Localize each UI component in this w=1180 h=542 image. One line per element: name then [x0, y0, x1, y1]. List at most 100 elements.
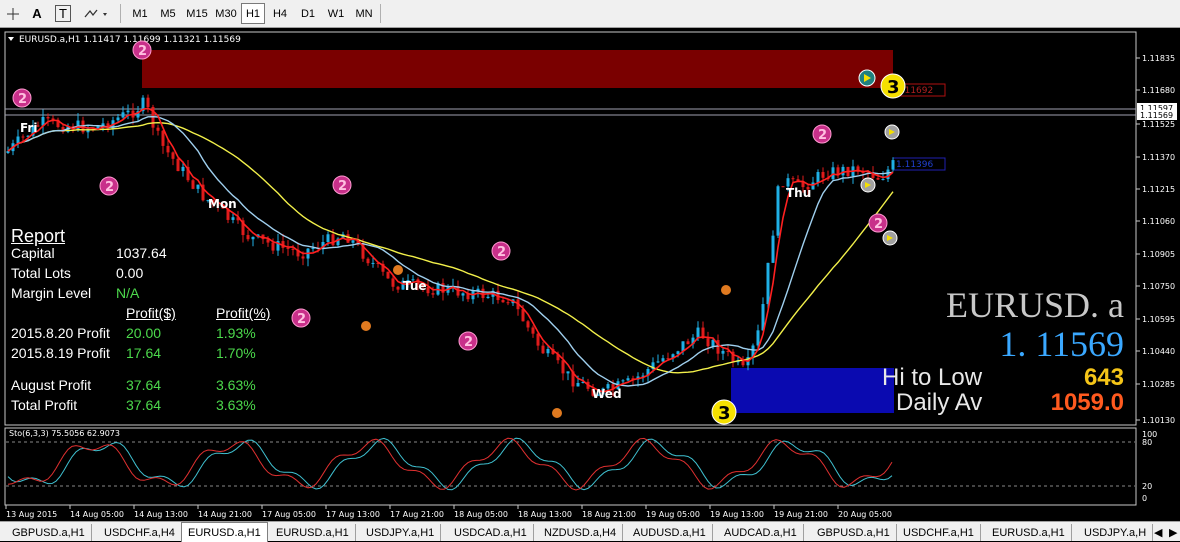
- time-label: 14 Aug 13:00: [134, 510, 188, 519]
- candle-body: [46, 116, 50, 119]
- chart-tab[interactable]: USDCAD.a,H1: [448, 524, 534, 541]
- timeframe-mn[interactable]: MN: [351, 3, 377, 24]
- profit-row-pct: 1.93%: [216, 325, 256, 341]
- candle-body: [521, 309, 525, 322]
- chart-tab[interactable]: AUDUSD.a,H1: [627, 524, 713, 541]
- profit-row-usd: 37.64: [126, 397, 162, 413]
- timeframe-h4[interactable]: H4: [267, 3, 293, 24]
- orange-dot-marker: [393, 265, 403, 275]
- timeframe-w1[interactable]: W1: [323, 3, 349, 24]
- stochastic-signal-line: [7, 437, 893, 491]
- candle-body: [346, 234, 350, 243]
- chart-header: EURUSD.a,H1 1.11417 1.11699 1.11321 1.11…: [19, 35, 241, 45]
- candle-body: [546, 349, 550, 354]
- price-chart[interactable]: 1.11692 1.11396 EURUSD.a,H1 1.11417 1.11…: [0, 28, 1180, 521]
- profit-row-label: 2015.8.20 Profit: [11, 325, 110, 341]
- timeframe-m30[interactable]: M30: [212, 3, 240, 24]
- candle-body: [541, 345, 545, 354]
- toolbar-separator: [380, 4, 381, 23]
- chart-tab[interactable]: AUDCAD.a,H1: [718, 524, 804, 541]
- chart-tab[interactable]: EURUSD.a,H1: [181, 522, 268, 542]
- chart-tab[interactable]: GBPUSD.a,H1: [811, 524, 897, 541]
- candle-body: [16, 136, 20, 144]
- text-tool-button[interactable]: A: [26, 3, 48, 24]
- signal-two-label: 2: [105, 180, 114, 195]
- stochastic-main-line: [7, 437, 893, 491]
- profit-row-pct: 1.70%: [216, 345, 256, 361]
- candle-body: [696, 327, 700, 338]
- candle-body: [656, 361, 660, 363]
- chart-tab[interactable]: EURUSD.a,H1: [986, 524, 1072, 541]
- chart-menu-icon[interactable]: [8, 37, 14, 41]
- time-label: 17 Aug 05:00: [262, 510, 316, 519]
- time-label: 13 Aug 2015: [6, 510, 57, 519]
- signal-two-label: 2: [18, 92, 27, 107]
- time-label: 14 Aug 05:00: [70, 510, 124, 519]
- candle-body: [156, 127, 160, 131]
- chart-tab[interactable]: USDCHF.a,H1: [897, 524, 981, 541]
- time-label: 17 Aug 21:00: [390, 510, 444, 519]
- time-label: 19 Aug 13:00: [710, 510, 764, 519]
- candle-body: [271, 242, 275, 251]
- chart-tab[interactable]: USDJPY.a,H1: [360, 524, 442, 541]
- price-label: 1.11370: [1142, 153, 1175, 162]
- price-label: 1.11525: [1142, 120, 1175, 129]
- price-label: 1.10905: [1142, 250, 1175, 259]
- timeframe-h1[interactable]: H1: [241, 3, 265, 24]
- candle-body: [661, 358, 665, 362]
- capital-label: Capital: [11, 245, 55, 261]
- candle-body: [531, 327, 535, 334]
- candle-body: [821, 172, 825, 178]
- price-label: 1.10595: [1142, 315, 1175, 324]
- chart-tab[interactable]: GBPUSD.a,H1: [6, 524, 92, 541]
- candle-body: [6, 151, 10, 153]
- candle-body: [536, 333, 540, 346]
- hi-low-value: 643: [1083, 364, 1124, 391]
- candle-body: [121, 112, 125, 118]
- candle-body: [426, 287, 430, 294]
- candle-body: [366, 258, 370, 264]
- margin-level-label: Margin Level: [11, 285, 92, 301]
- total-lots-value: 0.00: [116, 265, 144, 281]
- orange-dot-marker: [721, 285, 731, 295]
- text-label-tool-button[interactable]: T: [55, 5, 71, 22]
- candle-body: [831, 167, 835, 180]
- tab-scroll-right-icon[interactable]: ▶: [1163, 524, 1180, 541]
- candle-body: [711, 340, 715, 347]
- candle-body: [196, 184, 200, 189]
- candle-body: [391, 278, 395, 287]
- profit-row-label: 2015.8.19 Profit: [11, 345, 110, 361]
- candle-body: [686, 341, 690, 345]
- chart-tab[interactable]: USDJPY.a,H: [1078, 524, 1154, 541]
- candle-body: [561, 360, 565, 374]
- signal-three-label: 3: [718, 403, 731, 424]
- arrows-tool-icon[interactable]: [82, 3, 112, 24]
- day-label: Wed: [592, 387, 622, 401]
- chart-tab[interactable]: EURUSD.a,H1: [270, 524, 356, 541]
- timeframe-d1[interactable]: D1: [295, 3, 321, 24]
- stochastic-header: Sto(6,3,3) 75.5056 62.9073: [9, 429, 120, 438]
- stochastic-level-label: 20: [1142, 482, 1152, 491]
- candle-body: [766, 262, 770, 305]
- crosshair-tool-icon[interactable]: [2, 3, 24, 24]
- price-label: 1.11060: [1142, 217, 1175, 226]
- timeframe-m15[interactable]: M15: [183, 3, 211, 24]
- profit-row-label: August Profit: [11, 377, 92, 393]
- price-label: 1.11215: [1142, 185, 1175, 194]
- timeframe-m1[interactable]: M1: [127, 3, 153, 24]
- symbol-name: EURUSD. a: [946, 285, 1124, 325]
- candle-body: [841, 166, 845, 176]
- time-label: 19 Aug 05:00: [646, 510, 700, 519]
- blue-box-label: 1.11396: [896, 160, 933, 170]
- candle-body: [461, 293, 465, 296]
- chart-tab[interactable]: USDCHF.a,H4: [98, 524, 182, 541]
- candle-body: [566, 371, 570, 374]
- candle-body: [526, 321, 530, 328]
- chart-window[interactable]: 1.11692 1.11396 EURUSD.a,H1 1.11417 1.11…: [0, 28, 1180, 521]
- timeframe-m5[interactable]: M5: [155, 3, 181, 24]
- profit-row-label: Total Profit: [11, 397, 78, 413]
- chart-tab[interactable]: NZDUSD.a,H4: [538, 524, 624, 541]
- candle-body: [741, 360, 745, 366]
- profit-row-pct: 3.63%: [216, 397, 256, 413]
- price-label: 1.11680: [1142, 86, 1175, 95]
